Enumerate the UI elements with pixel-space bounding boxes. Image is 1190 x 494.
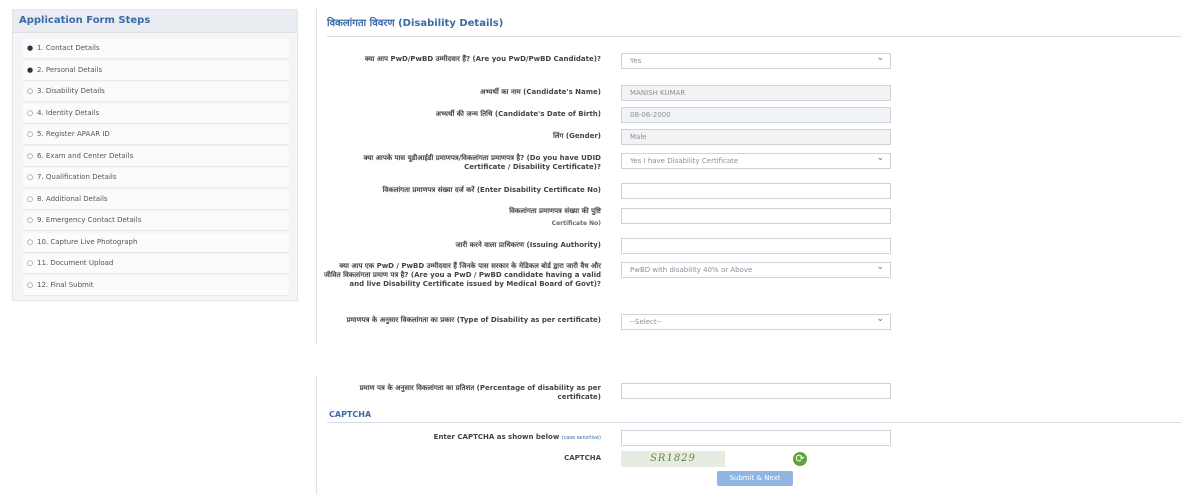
sidebar-step[interactable]: ○ 4. Identity Details	[23, 103, 289, 124]
circle-icon: ○	[27, 130, 34, 138]
captcha-enter-text: Enter CAPTCHA as shown below	[433, 433, 560, 441]
sidebar-step[interactable]: ○ 5. Register APAAR ID	[23, 125, 289, 145]
cert-no-label: विकलांगता प्रमाणपत्र संख्या दर्ज करें (E…	[382, 186, 601, 194]
dob-field[interactable]: 08-06-2000	[621, 107, 891, 123]
circle-icon: ○	[27, 173, 34, 181]
captcha-image: SR1829	[621, 451, 725, 467]
circle-icon: ○	[27, 280, 34, 289]
captcha-heading: CAPTCHA	[329, 410, 372, 419]
captcha-enter-label: Enter CAPTCHA as shown below (case sensi…	[321, 433, 601, 443]
check-circle-icon: ●	[27, 65, 34, 74]
captcha-divider	[327, 422, 1181, 423]
sidebar-step[interactable]: ○ 3. Disability Details	[23, 82, 289, 102]
disability-type-select[interactable]: --Select--	[621, 312, 891, 330]
cert-no-input[interactable]	[621, 183, 891, 199]
disability-type-label: प्रमाणपत्र के अनुसार विकलांगता का प्रकार…	[346, 316, 601, 324]
sidebar-step[interactable]: ○ 7. Qualification Details	[23, 168, 289, 188]
sidebar-step[interactable]: ○ 6. Exam and Center Details	[23, 146, 289, 167]
name-field[interactable]: MANISH KUMAR	[621, 85, 891, 101]
circle-icon: ○	[27, 108, 34, 117]
form-panel: विकलांगता विवरण (Disability Details) क्य…	[316, 9, 1183, 345]
case-sensitive-note: (case sensitive)	[561, 435, 601, 441]
issuer-input[interactable]	[621, 238, 891, 254]
submit-next-button[interactable]: Submit & Next	[717, 471, 793, 486]
sidebar-step[interactable]: ○ 11. Document Upload	[23, 254, 289, 274]
medical-board-select[interactable]: PwBD with disability 40% or Above	[621, 260, 891, 278]
sidebar-step-label: 12. Final Submit	[37, 280, 94, 289]
sidebar-step[interactable]: ○ 8. Additional Details	[23, 189, 289, 210]
cert-confirm-input[interactable]	[621, 208, 891, 224]
pwd-select[interactable]: Yes	[621, 51, 891, 69]
captcha-input[interactable]	[621, 430, 891, 446]
sidebar-step-label: 7. Qualification Details	[37, 173, 117, 181]
form-panel-lower: प्रमाण पत्र के अनुसार विकलांगता का प्रति…	[316, 376, 1183, 494]
sidebar-step[interactable]: ○ 9. Emergency Contact Details	[23, 211, 289, 231]
gender-label: लिंग (Gender)	[552, 132, 601, 140]
sidebar-step-label: 11. Document Upload	[37, 259, 114, 267]
section-divider	[327, 36, 1181, 37]
sidebar-step[interactable]: ● 2. Personal Details	[23, 60, 289, 81]
percent-input[interactable]	[621, 383, 891, 399]
sidebar-step-label: 3. Disability Details	[37, 87, 105, 95]
refresh-icon[interactable]: ⟳	[793, 452, 807, 466]
check-circle-icon: ●	[27, 44, 34, 52]
sidebar-step[interactable]: ○ 12. Final Submit	[23, 275, 289, 296]
circle-icon: ○	[27, 216, 34, 224]
sidebar-step-label: 8. Additional Details	[37, 194, 108, 203]
sidebar-step[interactable]: ● 1. Contact Details	[23, 39, 289, 59]
sidebar-step-label: 10. Capture Live Photograph	[37, 237, 138, 246]
medical-board-label: क्या आप एक PwD / PwBD उम्मीदवार हैं जिनक…	[323, 262, 601, 288]
circle-icon: ○	[27, 151, 34, 160]
sidebar-title: Application Form Steps	[13, 10, 297, 33]
sidebar-step-label: 9. Emergency Contact Details	[37, 216, 142, 224]
sidebar-step[interactable]: ○ 10. Capture Live Photograph	[23, 232, 289, 253]
section-title: विकलांगता विवरण (Disability Details)	[327, 18, 504, 29]
steps-sidebar: Application Form Steps ● 1. Contact Detai…	[12, 9, 298, 301]
udid-select[interactable]: Yes I have Disability Certificate	[621, 151, 891, 169]
captcha-label: CAPTCHA	[564, 454, 601, 462]
cert-confirm-label-2: Certificate No)	[551, 220, 601, 227]
issuer-label: जारी करने वाला प्राधिकरण (Issuing Author…	[455, 241, 601, 249]
circle-icon: ○	[27, 194, 34, 203]
name-label: अभ्यर्थी का नाम (Candidate's Name)	[480, 88, 601, 96]
sidebar-step-label: 4. Identity Details	[37, 108, 100, 117]
cert-confirm-label: विकलांगता प्रमाणपत्र संख्या की पुष्टि	[509, 207, 601, 215]
gender-field[interactable]: Male	[621, 129, 891, 145]
sidebar-step-label: 5. Register APAAR ID	[37, 130, 110, 138]
sidebar-step-label: 6. Exam and Center Details	[37, 151, 134, 160]
sidebar-step-label: 2. Personal Details	[37, 65, 103, 74]
circle-icon: ○	[27, 87, 34, 95]
percent-label: प्रमाण पत्र के अनुसार विकलांगता का प्रति…	[359, 384, 601, 401]
sidebar-step-label: 1. Contact Details	[37, 44, 100, 52]
circle-icon: ○	[27, 237, 34, 246]
udid-label: क्या आपके पास यूडीआईडी प्रमाणपत्र/विकलां…	[363, 154, 601, 171]
dob-label: अभ्यर्थी की जन्म तिथि (Candidate's Date …	[435, 110, 601, 118]
pwd-label: क्या आप PwD/PwBD उम्मीदवार हैं? (Are you…	[364, 55, 601, 63]
circle-icon: ○	[27, 259, 34, 267]
